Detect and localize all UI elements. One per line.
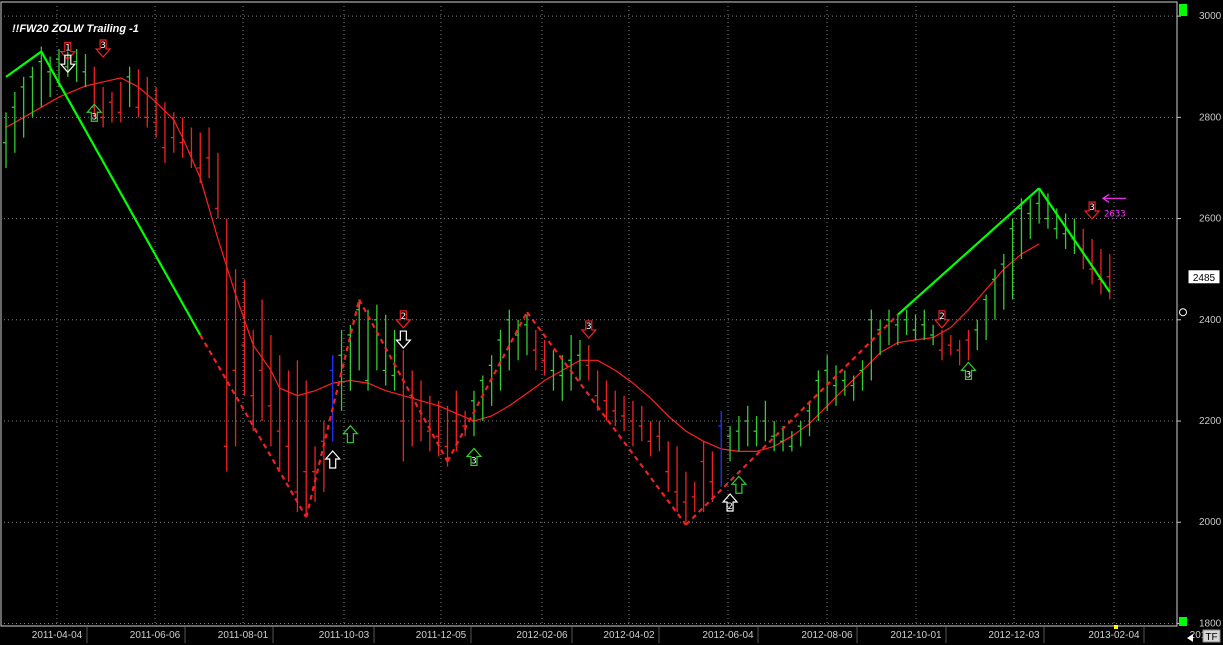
y-tick-label: 2000 (1199, 517, 1222, 528)
x-tick-label: 2011-12-05 (416, 630, 467, 641)
signal-label: 2 (727, 502, 732, 512)
signal-label: 3 (92, 112, 97, 122)
signal-label: 2 (401, 312, 406, 322)
y-tick-label: 2200 (1199, 416, 1222, 427)
signal-label: 3 (100, 41, 105, 51)
x-tick-label: 2011-06-06 (130, 630, 181, 641)
x-tick-label: 2012-02-06 (516, 630, 568, 641)
signal-label: 3 (1089, 203, 1094, 213)
y-tick-label: 2400 (1199, 315, 1222, 326)
price-chart: 1 3 3 2 3 3 2 2 3 3 2633 1800 2000 2200 2400 2600 2800 3… (0, 0, 1223, 645)
x-tick-label: 2013-02-04 (1088, 630, 1140, 641)
x-tick-label: 2011-10-03 (319, 630, 370, 641)
x-tick-label: 2011-04-04 (32, 630, 83, 641)
y-tick-label: 1800 (1199, 618, 1222, 629)
last-price-label: 2485 (1193, 273, 1216, 284)
chart-background (0, 0, 1223, 645)
x-tick-label: 2012-06-04 (702, 630, 754, 641)
scroll-bottom-marker (1179, 617, 1187, 626)
signal-label: 3 (586, 322, 591, 332)
signal-label: 3 (471, 456, 476, 466)
x-tick-label: 2012-12-03 (988, 630, 1040, 641)
signal-label: 2 (939, 312, 944, 322)
x-tick-label: 2011-08-01 (218, 630, 269, 641)
current-date-marker (1114, 625, 1118, 629)
y-tick-label: 2600 (1199, 214, 1222, 225)
scroll-top-marker (1179, 4, 1187, 16)
x-tick-label: 2012-08-06 (801, 630, 853, 641)
y-tick-label: 3000 (1199, 11, 1222, 22)
signal-label: 1 (65, 44, 70, 54)
x-tick-label: 2012-04-02 (603, 630, 655, 641)
y-tick-label: 2800 (1199, 112, 1222, 123)
tf-label: TF (1205, 632, 1217, 643)
chart-title: !!FW20 ZOLW Trailing -1 (12, 23, 139, 35)
signal-label: 3 (966, 370, 971, 380)
x-tick-label: 2012-10-01 (890, 630, 942, 641)
price-annotation-label: 2633 (1104, 209, 1126, 219)
